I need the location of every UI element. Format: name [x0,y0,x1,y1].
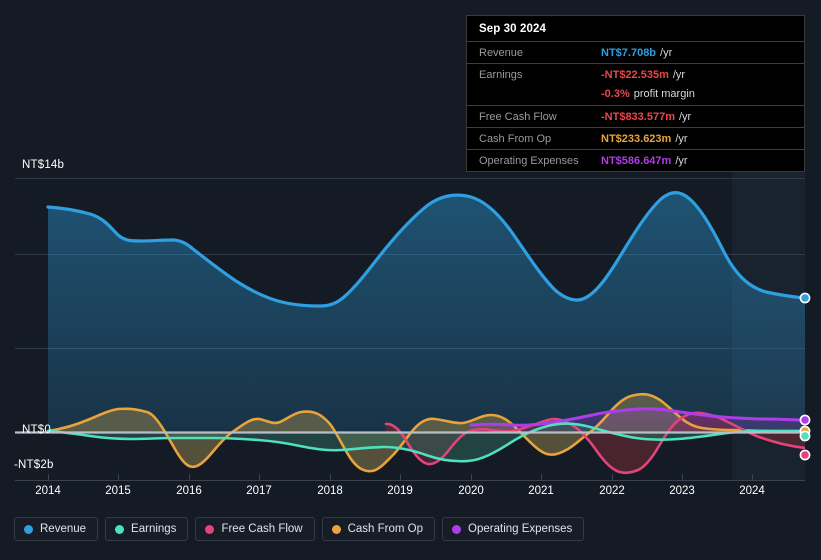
tooltip-date: Sep 30 2024 [479,23,546,35]
legend-item-free-cash-flow[interactable]: Free Cash Flow [195,517,315,541]
x-axis-label-2023: 2023 [669,485,695,497]
tooltip-label-revenue: Revenue [479,46,524,59]
endpoint-revenue [799,292,811,304]
legend-label-operating-expenses: Operating Expenses [468,523,573,535]
tooltip-label-free-cash-flow: Free Cash Flow [479,110,557,123]
endpoint-earnings [799,430,811,442]
tooltip-row-profit-margin: -0.3% profit margin [467,85,804,105]
legend-item-revenue[interactable]: Revenue [14,517,99,541]
tooltip-unit-free-cash-flow: /yr [679,110,692,123]
y-axis-label-top: NT$14b [22,159,65,171]
legend-label-cash-from-op: Cash From Op [347,523,424,535]
x-axis-label-2014: 2014 [35,485,61,497]
financial-chart: NT$14b NT$0 -NT$2b 2014 2015 2016 2017 2… [0,0,821,560]
legend-label-earnings: Earnings [131,523,177,535]
legend-item-operating-expenses[interactable]: Operating Expenses [442,517,585,541]
tooltip-row-operating-expenses: Operating Expenses NT$586.647m /yr [467,149,804,171]
tooltip-value-profit-margin: -0.3% [601,87,630,100]
tooltip-unit-revenue: /yr [660,46,673,59]
endpoint-operating-expenses [799,414,811,426]
legend-dot-operating-expenses [452,524,462,534]
tooltip-row-free-cash-flow: Free Cash Flow -NT$833.577m /yr [467,105,804,127]
x-axis-label-2017: 2017 [246,485,272,497]
endpoint-free-cash-flow [799,449,811,461]
legend-dot-revenue [24,524,33,534]
tooltip-row-earnings: Earnings -NT$22.535m /yr [467,63,804,85]
legend-item-cash-from-op[interactable]: Cash From Op [321,517,436,541]
x-axis-label-2015: 2015 [105,485,131,497]
x-axis-label-2024: 2024 [739,485,765,497]
chart-tooltip: Sep 30 2024 Revenue NT$7.708b /yr Earnin… [466,15,805,172]
tooltip-unit-cash-from-op: /yr [675,132,688,145]
tooltip-label-operating-expenses: Operating Expenses [479,154,579,167]
tooltip-value-free-cash-flow: -NT$833.577m [601,110,675,123]
tooltip-label-cash-from-op: Cash From Op [479,132,552,145]
chart-legend: Revenue Earnings Free Cash Flow Cash Fro… [14,517,585,541]
legend-dot-cash-from-op [331,524,341,534]
legend-label-free-cash-flow: Free Cash Flow [221,523,303,535]
tooltip-value-operating-expenses: NT$586.647m [601,154,672,167]
tooltip-value-revenue: NT$7.708b [601,46,657,59]
tooltip-unit-profit-margin: profit margin [633,87,695,100]
tooltip-row-revenue: Revenue NT$7.708b /yr [467,41,804,63]
tooltip-value-earnings: -NT$22.535m [601,68,669,81]
x-axis-label-2018: 2018 [317,485,343,497]
y-axis-label-bottom: -NT$2b [14,459,54,471]
legend-dot-free-cash-flow [205,524,215,534]
tooltip-unit-earnings: /yr [672,68,686,81]
x-axis-label-2021: 2021 [528,485,554,497]
x-axis-label-2020: 2020 [458,485,484,497]
tooltip-row-cash-from-op: Cash From Op NT$233.623m /yr [467,127,804,149]
x-axis-label-2016: 2016 [176,485,202,497]
x-axis-label-2022: 2022 [599,485,625,497]
y-axis-label-zero: NT$0 [22,424,51,436]
x-axis-label-2019: 2019 [387,485,413,497]
legend-item-earnings[interactable]: Earnings [105,517,189,541]
legend-dot-earnings [115,524,125,534]
tooltip-label-earnings: Earnings [479,68,523,81]
tooltip-unit-operating-expenses: /yr [675,154,688,167]
tooltip-value-cash-from-op: NT$233.623m [601,132,672,145]
legend-label-revenue: Revenue [40,523,87,535]
